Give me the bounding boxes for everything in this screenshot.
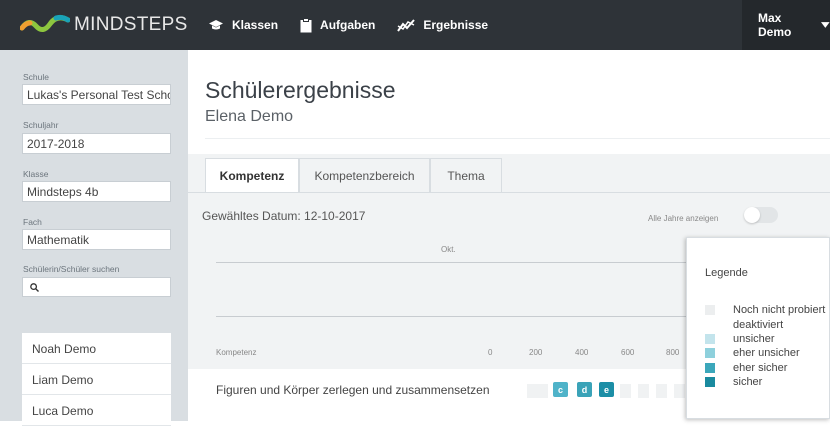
subject-select[interactable]: Mathematik [22, 229, 171, 250]
level-badge-c[interactable]: c [553, 382, 568, 397]
legend-label: sicher [733, 376, 763, 388]
legend-title: Legende [705, 267, 748, 279]
legend-swatch [705, 334, 715, 344]
legend-swatch [705, 320, 715, 330]
selected-date: Gewähltes Datum: 12-10-2017 [202, 209, 366, 223]
scale-tick: 0 [488, 348, 493, 357]
legend-swatch [705, 348, 715, 358]
mindsteps-logo-icon [20, 14, 70, 32]
tab-kompetenz[interactable]: Kompetenz [205, 158, 299, 193]
level-placeholder [674, 384, 685, 398]
legend-popup: Legende Noch nicht probiert deaktiviert … [686, 237, 830, 419]
student-list: Noah Demo Liam Demo Luca Demo [22, 333, 171, 426]
scale-tick: 200 [529, 348, 543, 357]
main-nav: Klassen Aufgaben Ergebnisse [208, 0, 488, 50]
year-select[interactable]: 2017-2018 [22, 133, 171, 154]
level-badge-d[interactable]: d [577, 382, 592, 397]
clipboard-icon [300, 17, 312, 32]
top-navbar: MINDSTEPS Klassen Aufgaben Ergebnisse Ma… [0, 0, 830, 50]
nav-klassen-label: Klassen [232, 18, 279, 32]
search-icon [30, 283, 39, 292]
caret-down-icon [821, 22, 830, 28]
sidebar: Schule Lukas's Personal Test Scho Schulj… [0, 50, 188, 426]
student-search-label: Schülerin/Schüler suchen [23, 264, 120, 274]
student-name: Elena Demo [205, 108, 294, 125]
timeline-axis [216, 316, 696, 317]
legend-label: unsicher [733, 333, 775, 345]
timeline-month-label: Okt. [441, 245, 456, 254]
scale-tick: 800 [666, 348, 680, 357]
user-menu[interactable]: Max Demo [742, 0, 830, 50]
student-item-luca[interactable]: Luca Demo [22, 395, 171, 426]
nav-ergebnisse[interactable]: Ergebnisse [397, 18, 488, 32]
competency-label: Figuren und Körper zerlegen und zusammen… [216, 383, 490, 397]
all-years-toggle[interactable] [744, 207, 778, 223]
graduation-cap-icon [209, 20, 223, 30]
page-title: Schülerergebnisse [205, 77, 396, 103]
nav-aufgaben-label: Aufgaben [320, 18, 376, 32]
divider [205, 138, 830, 139]
nav-aufgaben[interactable]: Aufgaben [300, 17, 376, 33]
kompetenz-column-header: Kompetenz [216, 348, 257, 357]
year-label: Schuljahr [23, 120, 59, 130]
legend-swatch [705, 363, 715, 373]
legend-label: Noch nicht probiert [733, 304, 826, 316]
legend-swatch [705, 305, 715, 315]
scale-tick: 400 [575, 348, 589, 357]
legend-label: eher sicher [733, 362, 788, 374]
school-select[interactable]: Lukas's Personal Test Scho [22, 84, 171, 105]
user-name: Max Demo [758, 11, 792, 39]
timeline-line [216, 262, 696, 263]
level-placeholder [620, 384, 631, 398]
student-item-liam[interactable]: Liam Demo [22, 364, 171, 395]
nav-klassen[interactable]: Klassen [208, 18, 278, 32]
trend-chart-icon [397, 19, 416, 32]
logo[interactable]: MINDSTEPS [0, 0, 188, 50]
student-search-input[interactable] [22, 277, 171, 297]
level-placeholder [537, 384, 548, 398]
scale-tick: 600 [621, 348, 635, 357]
nav-ergebnisse-label: Ergebnisse [423, 18, 489, 32]
student-item-noah[interactable]: Noah Demo [22, 333, 171, 364]
tab-kompetenzbereich[interactable]: Kompetenzbereich [299, 158, 430, 192]
legend-label: deaktiviert [733, 319, 784, 331]
level-badge-e[interactable]: e [599, 382, 614, 397]
level-placeholder [638, 384, 649, 398]
legend-label: eher unsicher [733, 347, 800, 359]
legend-swatch [705, 377, 715, 387]
toggle-knob [744, 207, 760, 223]
subject-label: Fach [23, 217, 42, 227]
all-years-label: Alle Jahre anzeigen [648, 214, 719, 223]
class-label: Klasse [23, 169, 49, 179]
school-label: Schule [23, 72, 49, 82]
logo-text: MINDSTEPS [74, 14, 188, 35]
tab-thema[interactable]: Thema [430, 158, 502, 192]
class-select[interactable]: Mindsteps 4b [22, 181, 171, 202]
level-placeholder [656, 384, 667, 398]
